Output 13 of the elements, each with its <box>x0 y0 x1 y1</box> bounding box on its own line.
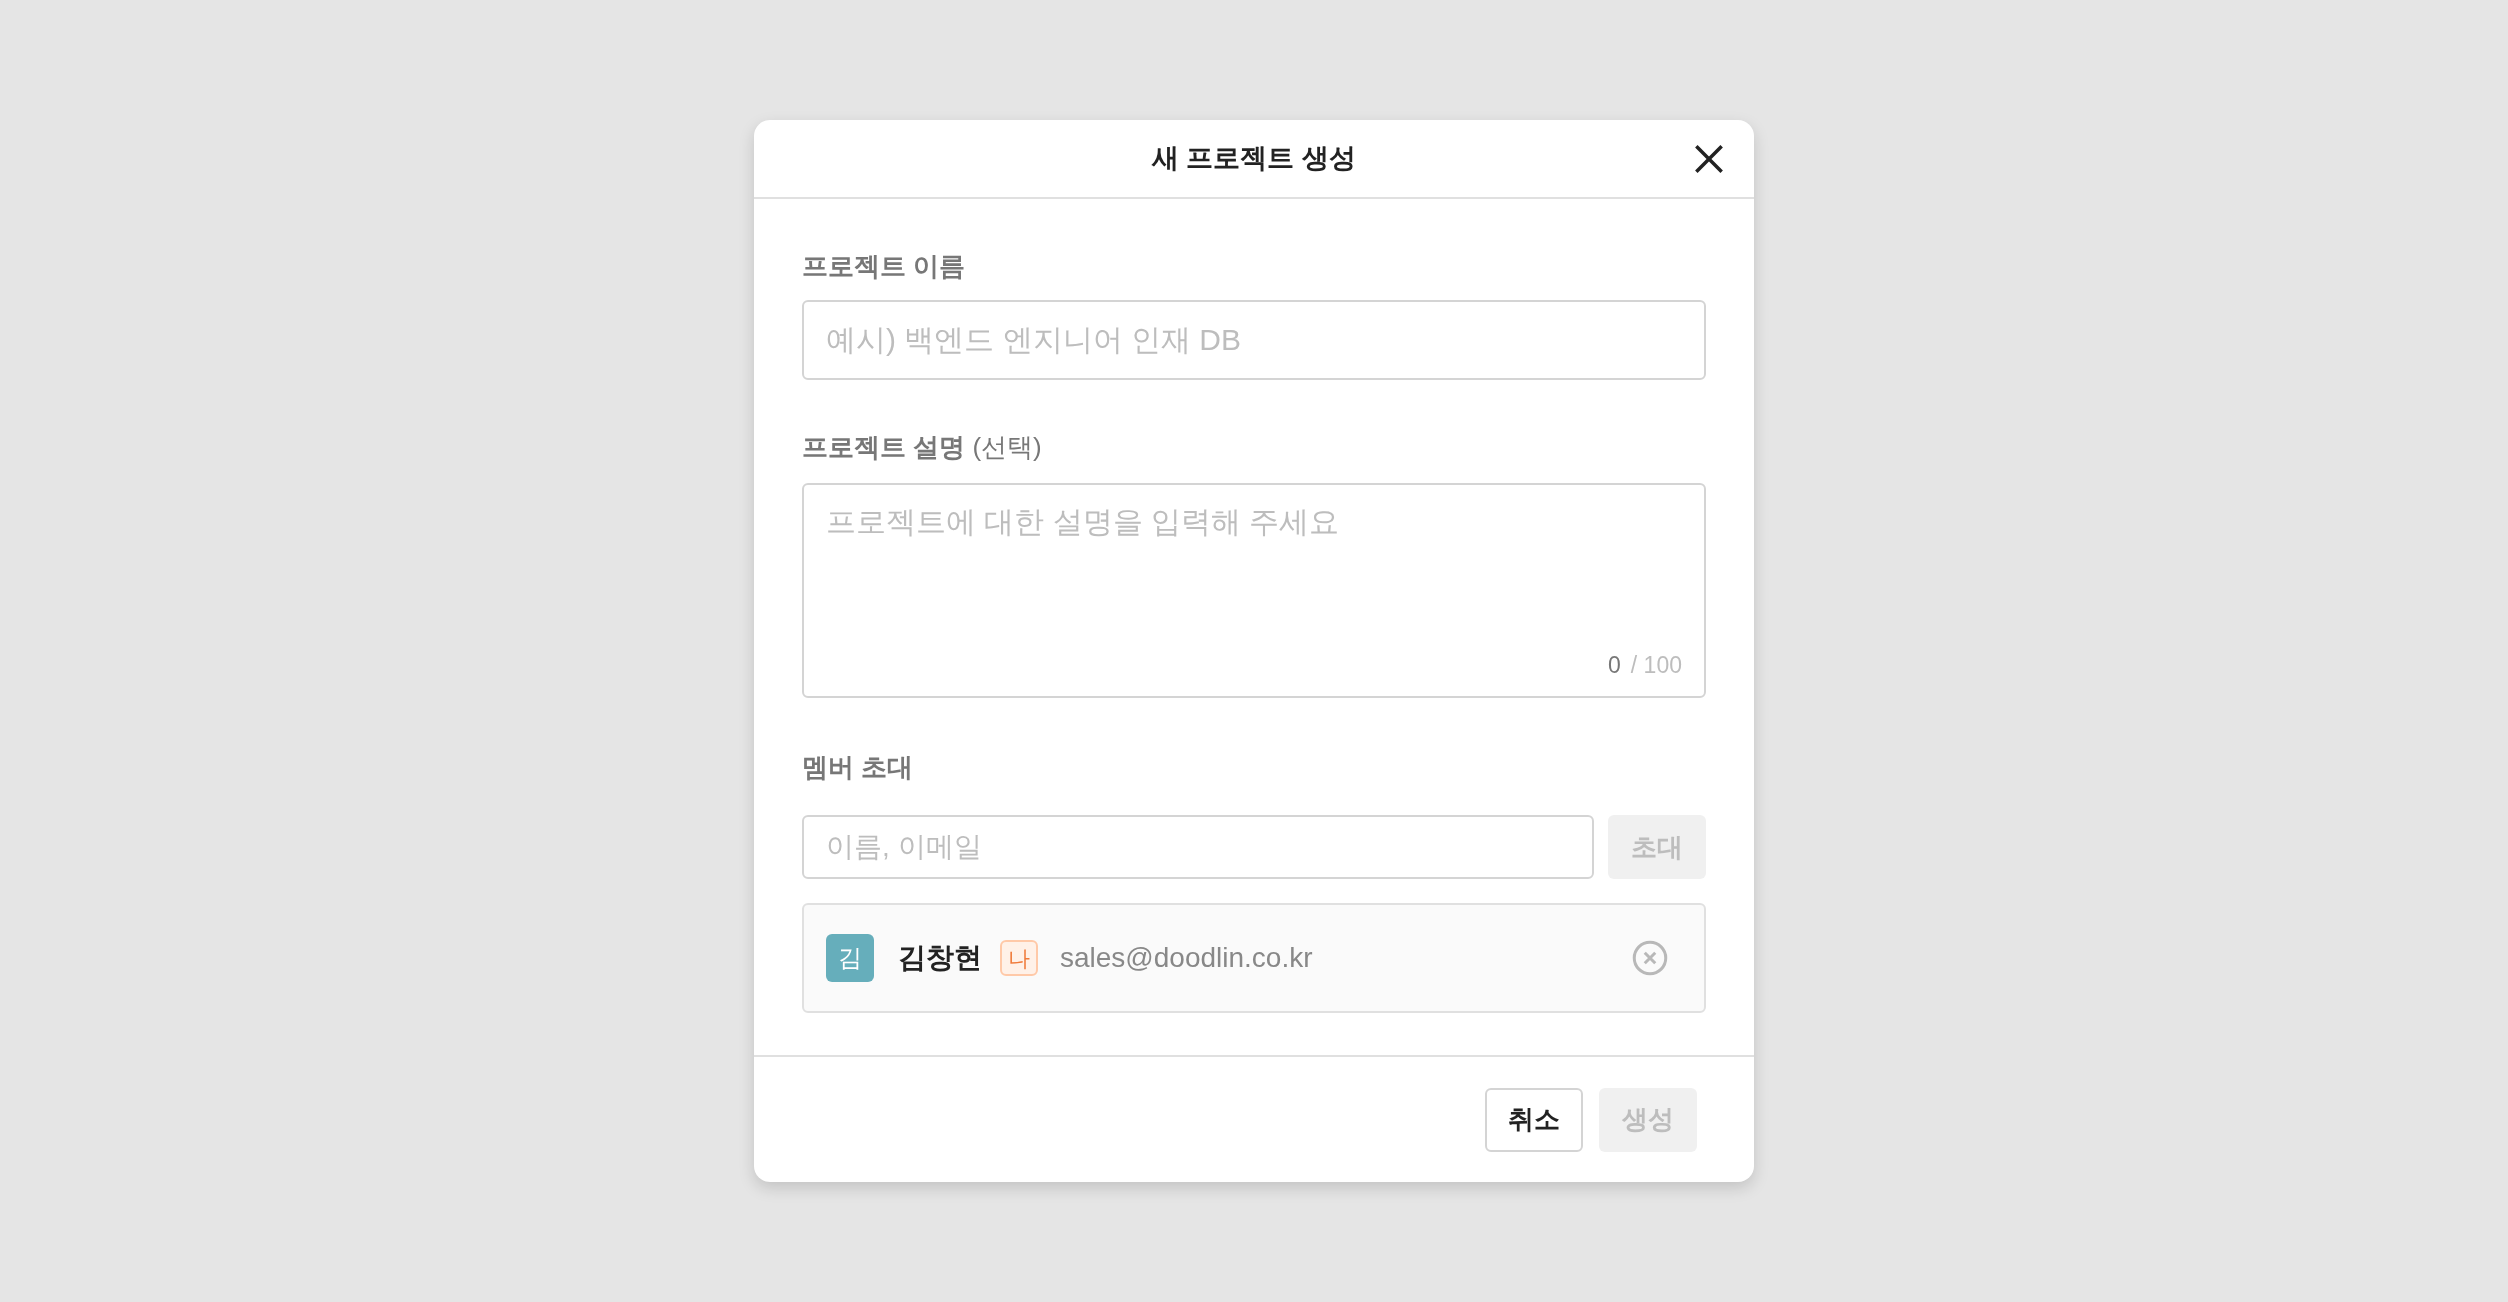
character-limit: / 100 <box>1630 650 1682 680</box>
input-field[interactable]: 예시) 백엔드 엔지니어 인재 DB <box>802 300 1706 380</box>
field-label: 멤버 초대 <box>802 751 915 784</box>
member-email: sales@doodlin.co.kr <box>1060 941 1313 975</box>
member-name: 김창현 <box>898 941 982 975</box>
field-label: 프로젝트 이름 <box>802 250 967 283</box>
dialog-title: 새 프로젝트 생성 <box>1152 142 1356 176</box>
field-label: 프로젝트 설명 (선택) <box>802 431 1043 464</box>
avatar: 김 <box>826 934 874 982</box>
character-count: 0 <box>1608 650 1621 680</box>
me-badge: 나 <box>1000 940 1038 976</box>
action-button[interactable]: 취소 <box>1485 1087 1583 1152</box>
invite-field[interactable]: 이름, 이메일 <box>802 815 1594 879</box>
